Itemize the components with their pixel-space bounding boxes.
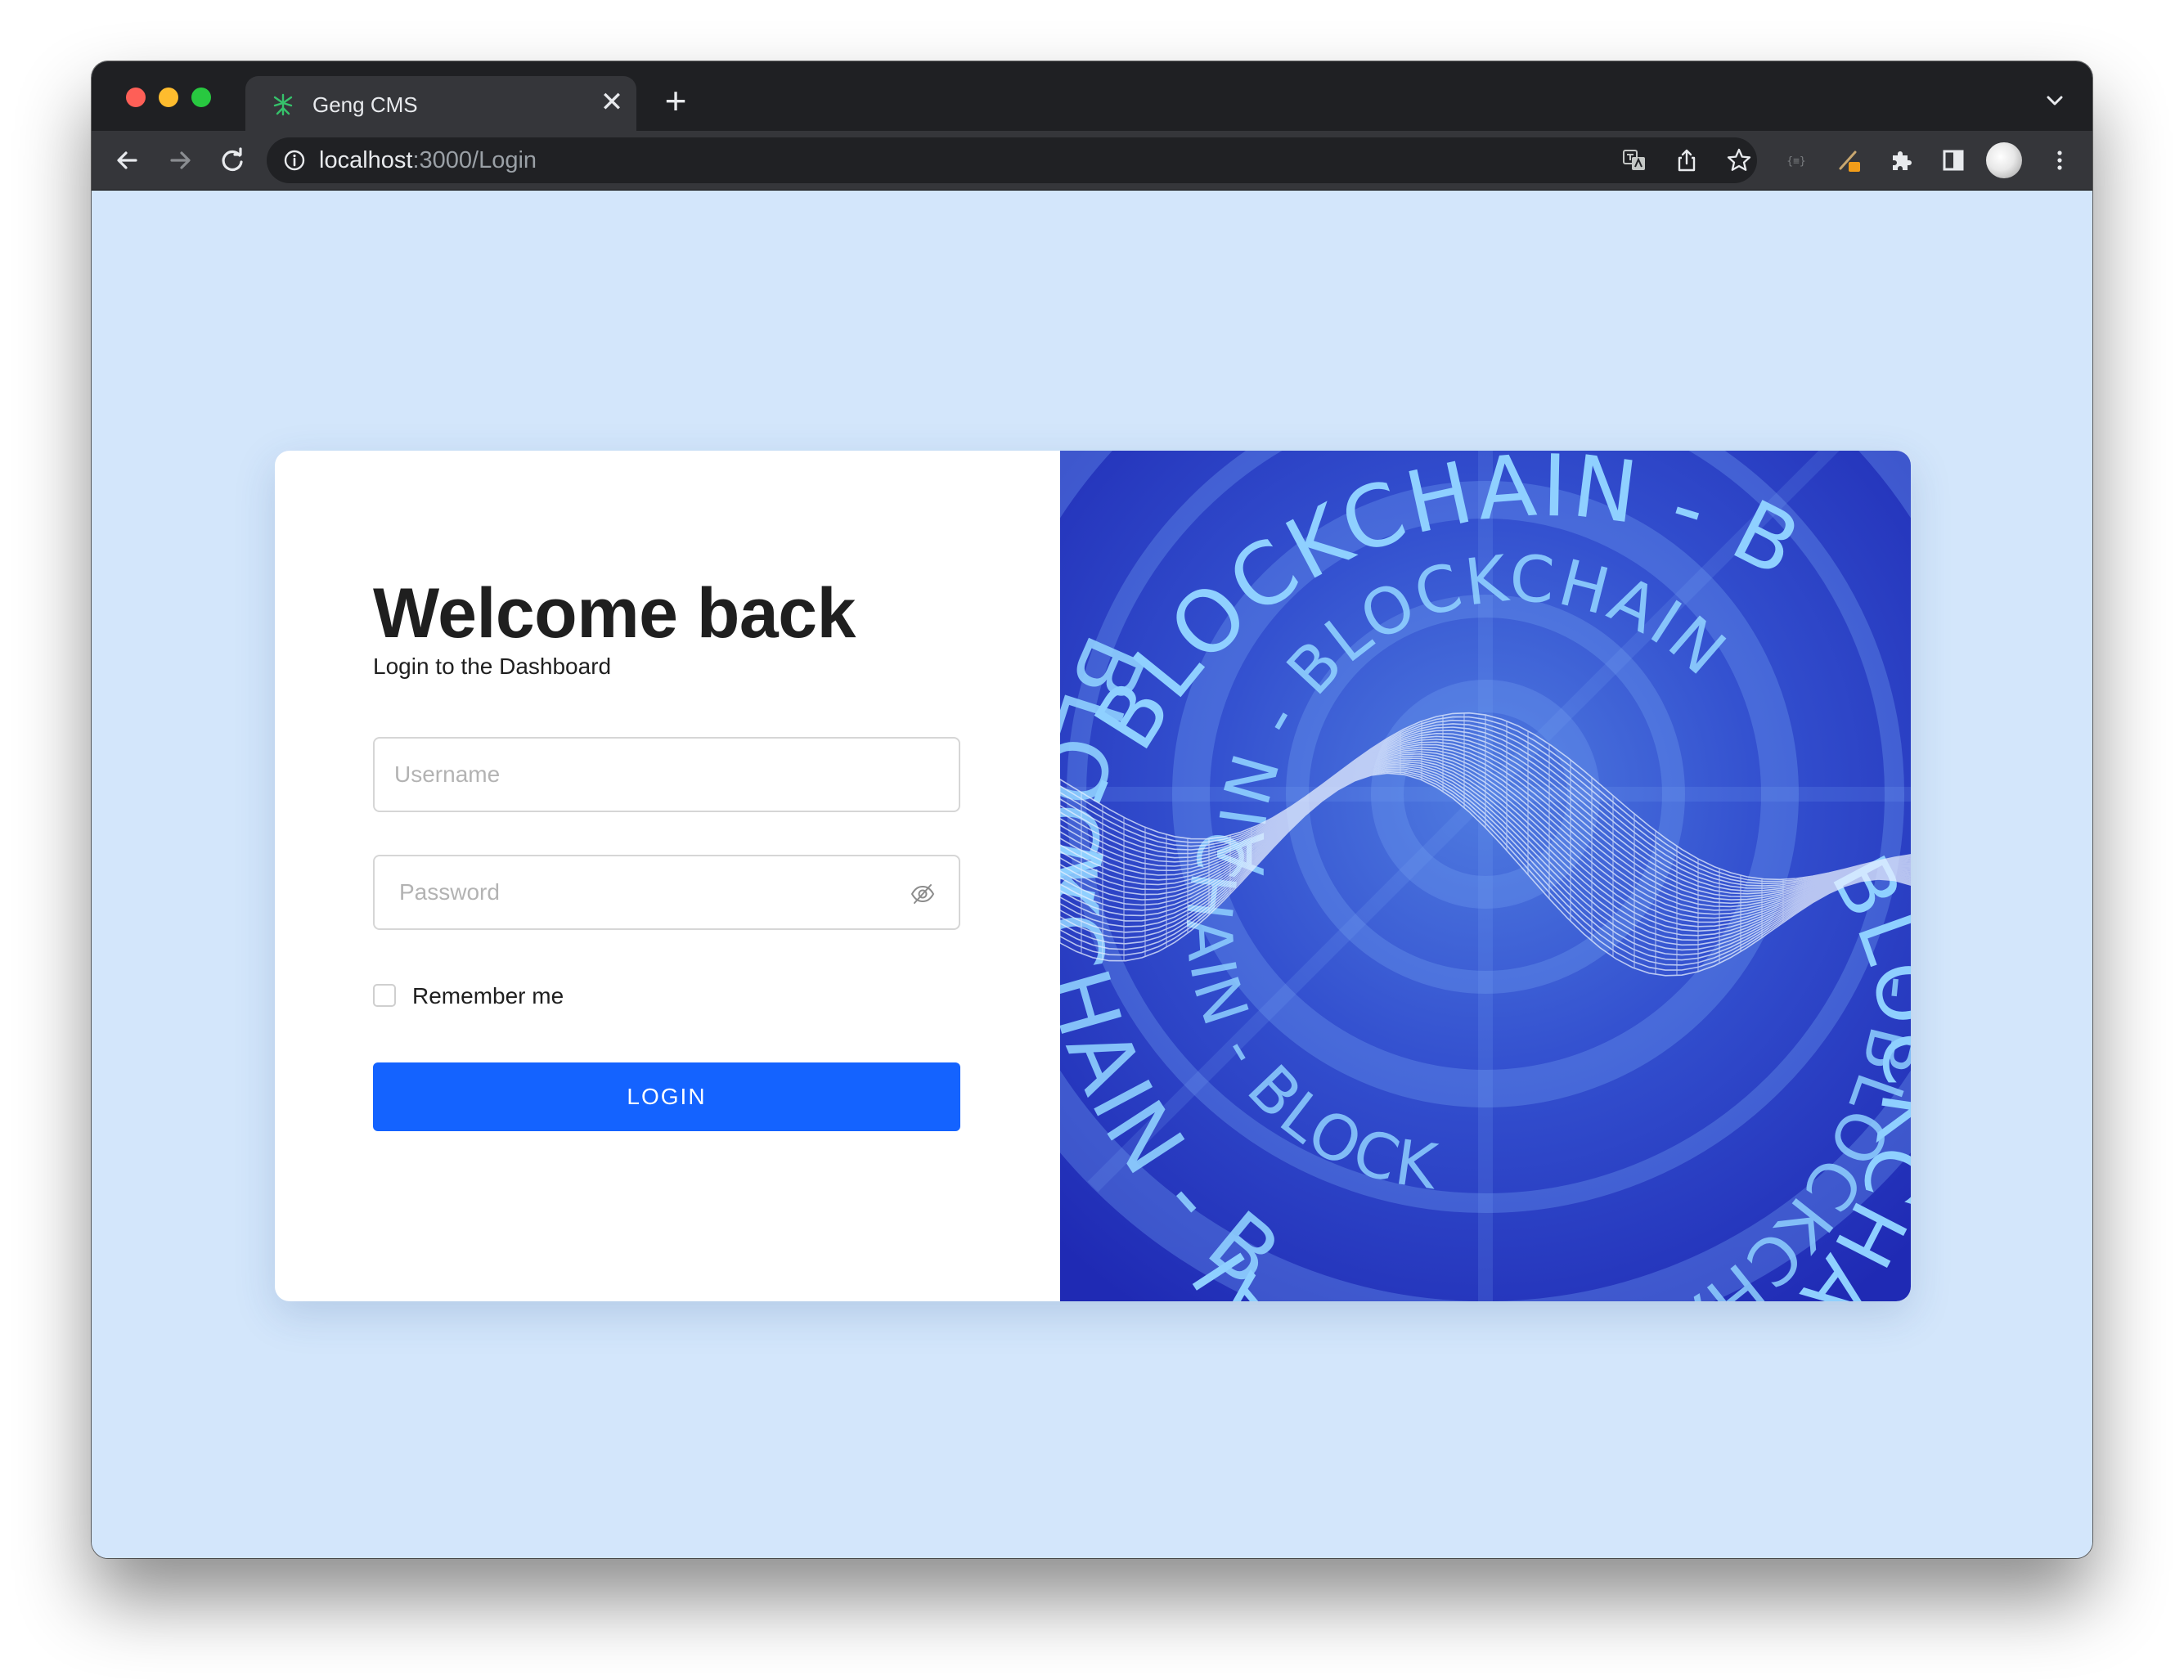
share-icon[interactable]: [1674, 147, 1700, 173]
tab-close-icon[interactable]: ✕: [597, 88, 627, 117]
sidebar-icon[interactable]: [1940, 147, 1966, 173]
page-subtitle: Login to the Dashboard: [373, 654, 612, 679]
username-input[interactable]: [375, 739, 959, 811]
password-input[interactable]: [375, 856, 959, 928]
back-icon[interactable]: [110, 142, 146, 178]
url-text[interactable]: localhost:3000/Login: [319, 147, 537, 174]
tab-search-chevron-icon[interactable]: [2042, 88, 2068, 114]
svg-text:{≡}: {≡}: [1786, 155, 1805, 168]
url-path: :3000/Login: [412, 147, 537, 173]
browser-window: Geng CMS ✕ + localhost:3000/Login {≡} We…: [92, 61, 2092, 1558]
close-window-button[interactable]: [126, 88, 146, 107]
blockchain-hero-image: N - BLOCKCHAIN - B AIN - BLOCKCHAIN BLOC…: [1060, 451, 1911, 1301]
toggle-password-visibility-icon[interactable]: [910, 881, 936, 907]
profile-avatar[interactable]: [1986, 142, 2022, 178]
page-viewport: Welcome back Login to the Dashboard User…: [92, 191, 2092, 1558]
menu-kebab-icon[interactable]: [2047, 147, 2073, 173]
forward-icon[interactable]: [162, 142, 198, 178]
url-host: localhost: [319, 147, 413, 173]
remember-me-label[interactable]: Remember me: [412, 983, 564, 1009]
zoom-window-button[interactable]: [191, 88, 211, 107]
address-bar[interactable]: localhost:3000/Login: [267, 137, 1757, 183]
remember-me-checkbox[interactable]: [373, 984, 396, 1007]
bookmark-star-icon[interactable]: [1726, 147, 1752, 173]
page-title: Welcome back: [373, 574, 856, 653]
site-info-icon[interactable]: [281, 147, 308, 173]
translate-icon[interactable]: [1621, 147, 1647, 173]
new-tab-button[interactable]: +: [658, 82, 694, 120]
password-field[interactable]: [373, 855, 960, 930]
tab-bar: Geng CMS ✕ +: [92, 61, 2092, 131]
reload-icon[interactable]: [214, 142, 250, 178]
extension-braces-icon[interactable]: {≡}: [1783, 147, 1809, 173]
puzzle-icon[interactable]: [1888, 147, 1914, 173]
login-button[interactable]: LOGIN: [373, 1062, 960, 1131]
active-tab[interactable]: Geng CMS ✕: [245, 76, 636, 131]
blockchain-illustration: N - BLOCKCHAIN - B AIN - BLOCKCHAIN BLOC…: [1060, 451, 1911, 1301]
geng-cms-favicon-icon: [270, 92, 296, 118]
extension-pen-icon[interactable]: [1836, 147, 1862, 173]
tab-title: Geng CMS: [312, 92, 418, 117]
login-card: Welcome back Login to the Dashboard User…: [275, 451, 1911, 1301]
minimize-window-button[interactable]: [159, 88, 178, 107]
login-form: Welcome back Login to the Dashboard User…: [275, 451, 1060, 1301]
username-field[interactable]: [373, 737, 960, 812]
browser-toolbar: localhost:3000/Login {≡}: [92, 131, 2092, 191]
